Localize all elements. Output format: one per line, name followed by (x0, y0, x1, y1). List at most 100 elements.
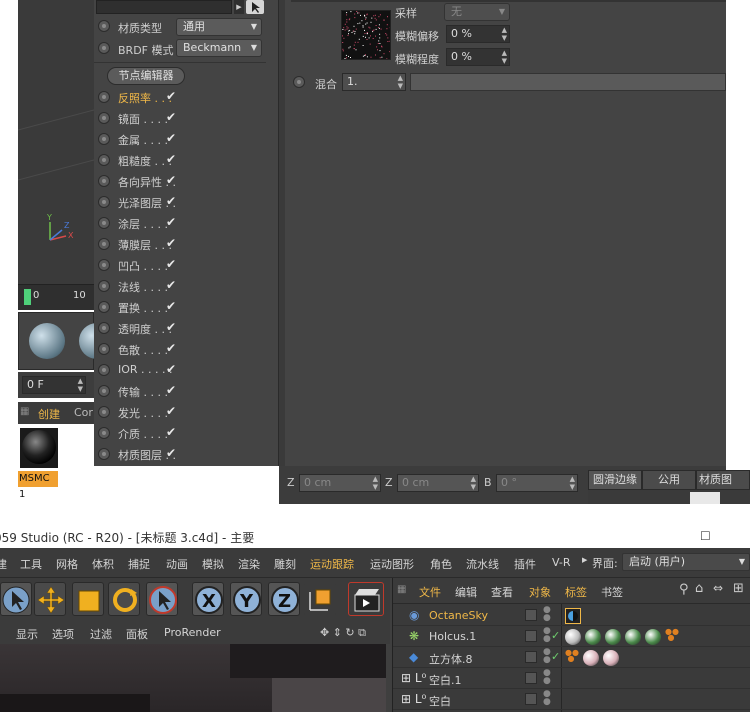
channel-radio[interactable] (98, 217, 110, 229)
menu-item[interactable]: 渲染 (238, 556, 260, 572)
create-menu[interactable]: 创建 (38, 406, 60, 422)
constraint-tag-icon[interactable]: ●● ● (665, 628, 679, 642)
object-manager-menu-item[interactable]: 文件 (419, 584, 441, 600)
nav-arrows-icon[interactable]: ⇔ (713, 581, 723, 595)
menu-item[interactable]: 建 (0, 556, 7, 572)
channel-check-icon[interactable]: ✔ (166, 173, 176, 187)
object-row[interactable]: ⊞ L⁰ 空白.1 ● ● (393, 669, 750, 689)
channel-label[interactable]: 传输 . . . . (118, 384, 168, 400)
visibility-dots-icon[interactable]: ● ● (543, 627, 551, 644)
spinner-icon[interactable]: ▲ ▼ (502, 26, 507, 42)
scale-tool-button[interactable] (72, 582, 104, 616)
viewport-nav-icons[interactable]: ✥ ⇕ ↻ ⧉ (320, 626, 366, 640)
channel-label[interactable]: 发光 . . . . (118, 405, 168, 421)
menu-item[interactable]: 体积 (92, 556, 114, 572)
environment-tag-icon[interactable] (565, 608, 581, 624)
y-axis-button[interactable]: Y (230, 582, 262, 616)
channel-radio[interactable] (98, 427, 110, 439)
channel-radio[interactable] (98, 385, 110, 397)
object-name[interactable]: 空白.1 (429, 672, 462, 688)
z-position-field[interactable]: 0 cm ▲ ▼ (299, 474, 381, 492)
material-tag-icon[interactable] (645, 629, 661, 645)
frame-field[interactable]: 0 F ▲ ▼ (22, 376, 86, 394)
viewport-menu-item[interactable]: ProRender (164, 626, 221, 639)
channel-check-icon[interactable]: ✔ (166, 257, 176, 271)
channel-radio[interactable] (98, 175, 110, 187)
spinner-icon[interactable]: ▲ ▼ (502, 49, 507, 65)
channel-label[interactable]: 凹凸 . . . . (118, 258, 168, 274)
menu-item[interactable]: 捕捉 (128, 556, 150, 572)
brdf-dropdown[interactable]: Beckmann ▼ (176, 39, 262, 57)
object-name[interactable]: OctaneSky (429, 609, 488, 622)
visibility-dots-icon[interactable]: ● ● (543, 606, 551, 623)
channel-radio[interactable] (98, 112, 110, 124)
z-axis-button[interactable]: Z (268, 582, 300, 616)
channel-label[interactable]: 反照率 . . . (118, 90, 172, 106)
object-manager-menu-item[interactable]: 查看 (491, 584, 513, 600)
layer-toggle[interactable] (525, 672, 537, 684)
interface-dropdown[interactable]: 启动 (用户) ▼ (622, 553, 750, 571)
material-tag-icon[interactable] (605, 629, 621, 645)
channel-label[interactable]: IOR . . . . . (118, 363, 173, 376)
enabled-check-icon[interactable]: ✓ (551, 629, 560, 642)
spinner-icon[interactable]: ▲ ▼ (570, 475, 575, 491)
menu-item[interactable]: 模拟 (202, 556, 224, 572)
layer-toggle[interactable] (525, 630, 537, 642)
object-name[interactable]: Holcus.1 (429, 630, 476, 643)
render-view-button[interactable] (348, 582, 384, 616)
channel-check-icon[interactable]: ✔ (166, 89, 176, 103)
viewport-menu-item[interactable]: 选项 (52, 626, 74, 642)
channel-check-icon[interactable]: ✔ (166, 341, 176, 355)
material-tag-icon[interactable] (625, 629, 641, 645)
material-tag-icon[interactable] (583, 650, 599, 666)
object-row[interactable]: ⊞ L⁰ 空白 ● ● (393, 690, 750, 710)
menu-item[interactable]: 运动跟踪 (310, 556, 354, 572)
channel-label[interactable]: 粗糙度 . . . (118, 153, 172, 169)
channel-radio[interactable] (98, 196, 110, 208)
select-tool-button[interactable] (0, 582, 32, 616)
con-menu[interactable]: Cor (74, 406, 93, 419)
material-type-radio[interactable] (98, 20, 110, 32)
mix-radio[interactable] (293, 76, 305, 88)
tab-material-map[interactable]: 材质图 (696, 470, 750, 490)
channel-check-icon[interactable]: ✔ (166, 278, 176, 292)
channel-check-icon[interactable]: ✔ (166, 425, 176, 439)
material-tag-icon[interactable] (603, 650, 619, 666)
timeline-ruler[interactable]: 0 10 (18, 284, 94, 310)
material-name-label[interactable]: MSMC 1 (18, 471, 58, 500)
more-menu-icon[interactable]: ▶ (582, 556, 587, 564)
node-editor-button[interactable]: 节点编辑器 (107, 67, 185, 85)
channel-radio[interactable] (98, 154, 110, 166)
channel-check-icon[interactable]: ✔ (166, 299, 176, 313)
channel-check-icon[interactable]: ✔ (166, 152, 176, 166)
layer-toggle[interactable] (525, 651, 537, 663)
channel-radio[interactable] (98, 91, 110, 103)
channel-check-icon[interactable]: ✔ (166, 236, 176, 250)
menu-item[interactable]: 角色 (430, 556, 452, 572)
rotate-tool-button[interactable] (108, 582, 140, 616)
channel-check-icon[interactable]: ✔ (166, 404, 176, 418)
channel-check-icon[interactable]: ✔ (166, 110, 176, 124)
move-tool-button[interactable] (34, 582, 66, 616)
expand-icon[interactable]: ⊞ (733, 581, 744, 596)
channel-label[interactable]: 涂层 . . . . (118, 216, 168, 232)
search-icon[interactable]: ⚲ (679, 582, 689, 597)
viewport-menu-item[interactable]: 过滤 (90, 626, 112, 642)
menu-item[interactable]: 运动图形 (370, 556, 414, 572)
sample-dropdown[interactable]: 无 ▼ (444, 3, 510, 21)
channel-radio[interactable] (98, 448, 110, 460)
channel-label[interactable]: 金属 . . . . (118, 132, 168, 148)
channel-radio[interactable] (98, 259, 110, 271)
channel-radio[interactable] (98, 406, 110, 418)
visibility-dots-icon[interactable]: ● ● (543, 669, 551, 686)
viewport-menu-item[interactable]: 显示 (16, 626, 38, 642)
object-name[interactable]: 立方体.8 (429, 651, 473, 667)
tab-smooth-edge[interactable]: 圆滑边缘 (588, 470, 642, 490)
visibility-dots-icon[interactable]: ● ● (543, 648, 551, 665)
channel-check-icon[interactable]: ✔ (166, 320, 176, 334)
material-tag-icon[interactable] (585, 629, 601, 645)
mix-field[interactable]: 1. ▲ ▼ (342, 73, 406, 91)
channel-radio[interactable] (98, 343, 110, 355)
material-tag-icon[interactable] (565, 629, 581, 645)
home-icon[interactable]: ⌂ (695, 581, 703, 596)
